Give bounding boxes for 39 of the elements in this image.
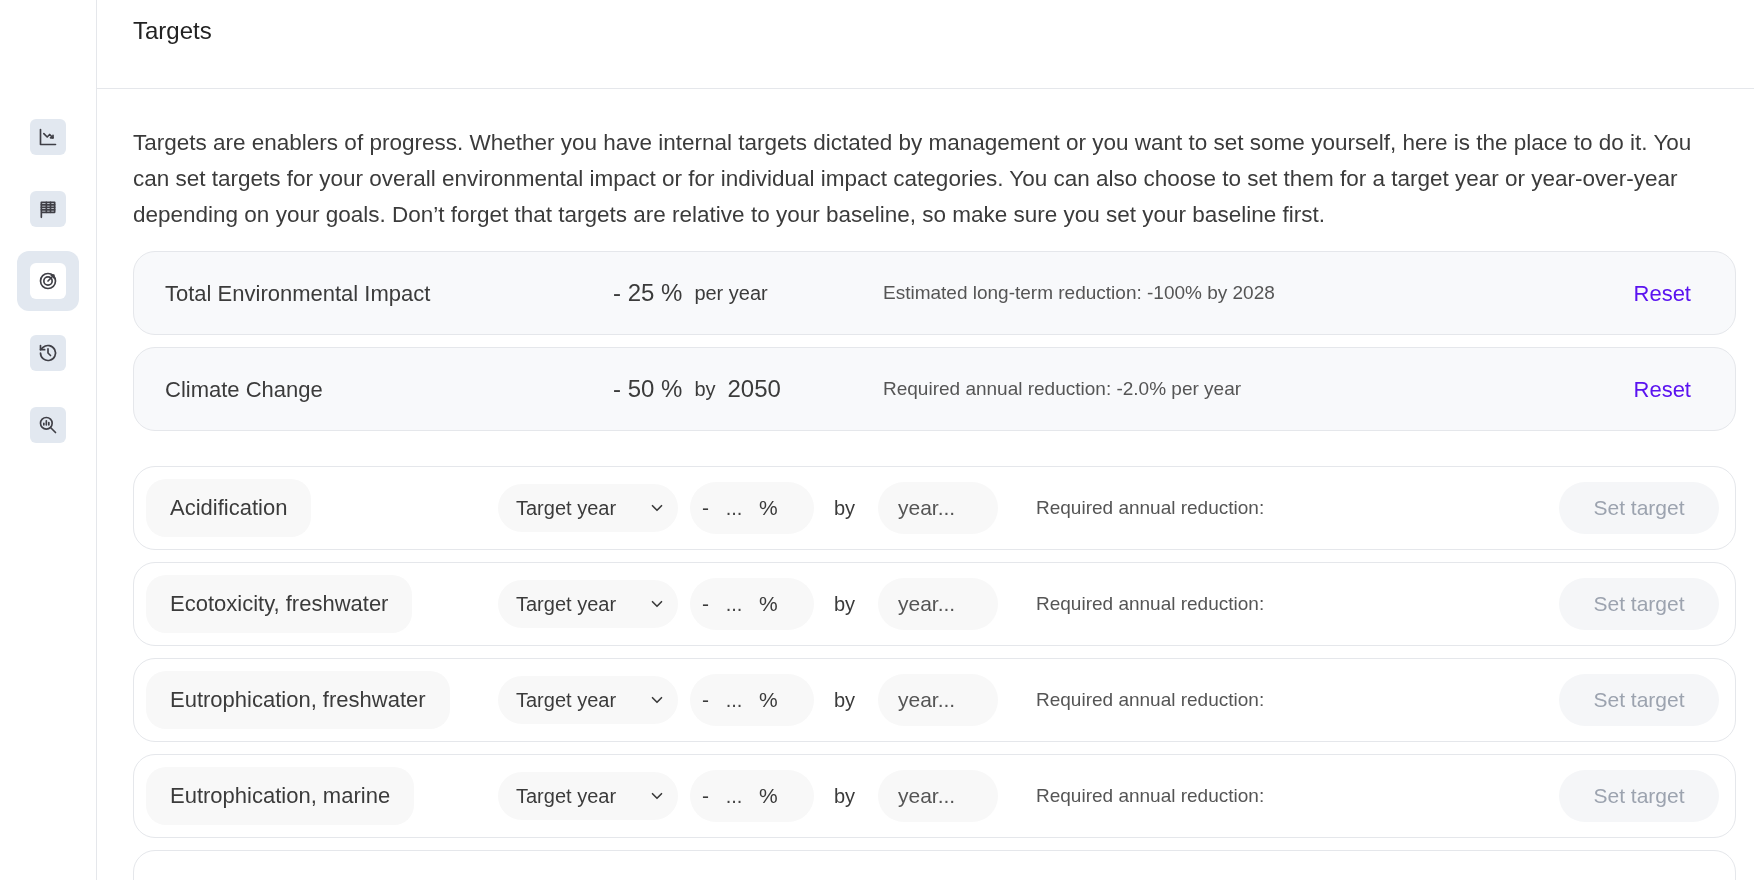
minus-sign: - (702, 687, 709, 714)
category-name: Eutrophication, marine (146, 767, 415, 825)
target-amount: - 50 % (613, 374, 683, 404)
reduction-note: Required annual reduction: (1036, 783, 1266, 808)
reset-link[interactable]: Reset (1633, 276, 1691, 310)
by-label: by (834, 688, 857, 713)
percent-unit: % (759, 495, 778, 522)
category-name: Ecotoxicity, freshwater (146, 575, 413, 633)
by-label: by (834, 784, 857, 809)
by-label: by (834, 592, 857, 617)
nav-button[interactable] (17, 251, 79, 311)
category-name: Acidification (146, 479, 312, 537)
target-icon (38, 271, 58, 291)
minus-sign: - (702, 783, 709, 810)
percent-unit: % (759, 591, 778, 618)
reset-link[interactable]: Reset (1633, 372, 1691, 406)
line-chart-icon (38, 127, 58, 147)
intro-paragraph: Targets are enablers of progress. Whether you have internal targets dictated by management or you want to set some yourself, here is the place to do it. You can set targets for your overall environmental impact or for individual impact categories. You can also choose to set them for a target year or year-over-year depending on your goals. Don’t forget that targets are relative to your baseline, so make sure you set your baseline first. (133, 129, 1693, 229)
minus-sign: - (702, 495, 709, 522)
history-icon (38, 343, 58, 363)
category-name: Total Environmental Impact (165, 279, 432, 308)
chart-search-icon (38, 415, 58, 435)
target-amount: - 25 % (613, 278, 683, 308)
reduction-note: Required annual reduction: -2.0% per year (883, 376, 1243, 401)
reduction-note: Estimated long-term reduction: -100% by 2028 (883, 280, 1276, 305)
reduction-note: Required annual reduction: (1036, 591, 1266, 616)
reduction-note: Required annual reduction: (1036, 495, 1266, 520)
reduction-note: Required annual reduction: (1036, 687, 1266, 712)
category-name: Eutrophication, freshwater (146, 671, 450, 729)
category-name: Climate Change (165, 375, 324, 404)
checkered-flag-icon (38, 199, 58, 219)
minus-sign: - (702, 591, 709, 618)
percent-unit: % (759, 783, 778, 810)
percent-unit: % (759, 687, 778, 714)
target-connector: by (694, 377, 716, 402)
page-title: Targets (133, 16, 212, 46)
target-year: 2050 (727, 374, 781, 404)
target-connector: per year (694, 281, 768, 306)
by-label: by (834, 496, 857, 521)
